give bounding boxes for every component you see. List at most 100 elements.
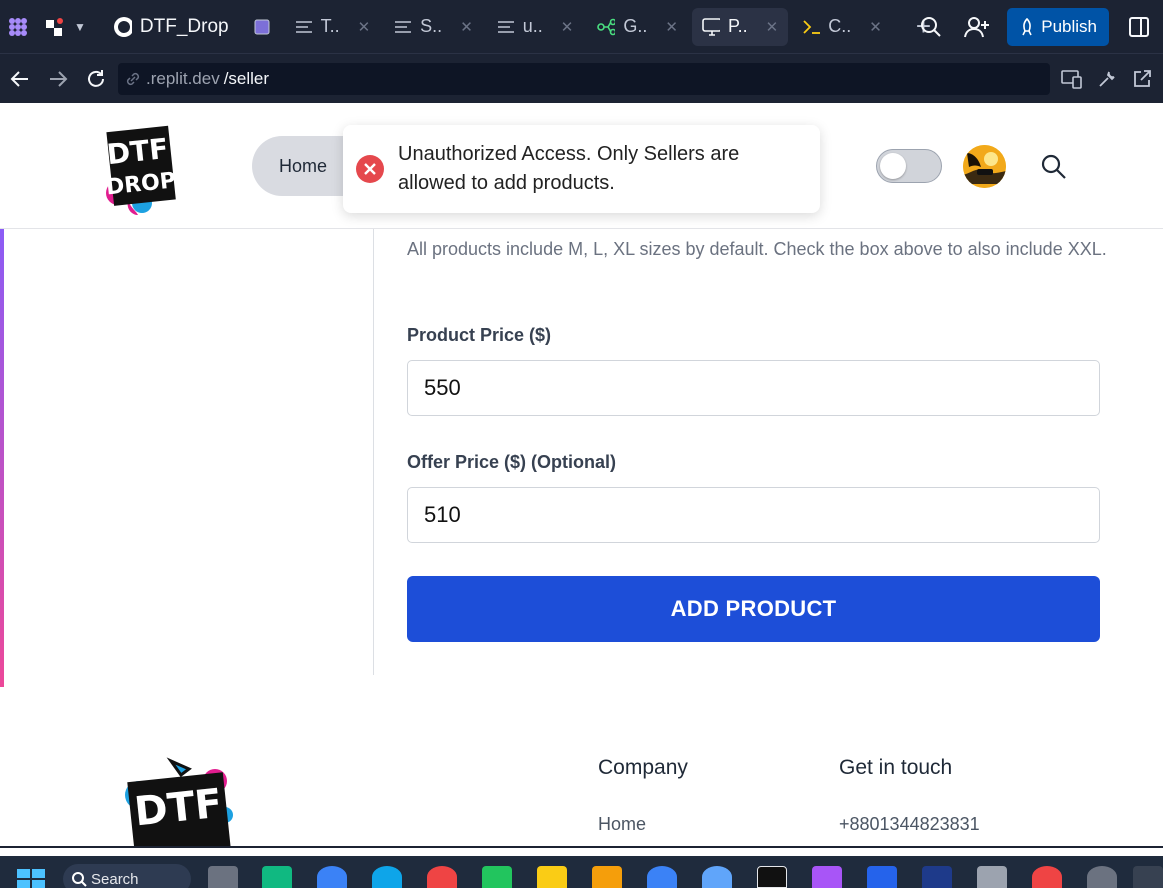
footer-link-home[interactable]: Home [598,814,646,835]
footer-company-heading: Company [598,756,688,779]
reload-icon [88,70,104,87]
close-icon[interactable]: ✕ [766,18,779,36]
error-x-icon [356,155,384,183]
monitor-icon [702,17,720,36]
preview-url-bar: .replit.dev/seller [0,53,1163,103]
close-icon[interactable]: ✕ [358,18,371,36]
taskbar-search-label: Search [91,870,139,888]
tab-label: G.. [623,16,648,36]
tab-new-page[interactable] [243,8,281,46]
chrome-profile-3-icon[interactable] [1032,866,1062,888]
replit-menu-icon[interactable] [4,13,32,41]
error-toast: Unauthorized Access. Only Sellers are al… [343,125,820,213]
copilot-icon[interactable] [812,866,842,888]
calculator-icon[interactable] [977,866,1007,888]
offer-price-input[interactable] [407,487,1100,543]
footer-logo[interactable]: DTF [115,755,241,847]
site-search-button[interactable] [1040,153,1068,181]
back-button[interactable] [4,63,36,95]
messenger-icon[interactable] [317,866,347,888]
windows-taskbar: Search [0,856,1163,888]
vscode-icon[interactable] [867,866,897,888]
open-new-tab-button[interactable] [1126,63,1158,95]
devices-button[interactable] [1056,63,1088,95]
edge-icon[interactable] [372,866,402,888]
svg-text:DTF: DTF [105,132,170,171]
rocket-icon [1022,17,1032,35]
dtf-drop-logo-icon: DTF [125,757,233,847]
chrome-profile-icon[interactable] [647,866,677,888]
task-view-icon[interactable] [208,866,238,888]
tab-git[interactable]: G.. ✕ [587,8,688,46]
square-icon [253,18,271,36]
toggle-knob [880,153,906,179]
intellij-icon[interactable] [757,866,787,888]
footer-contact-heading: Get in touch [839,756,953,779]
tab-label: S.. [420,16,443,36]
price-input[interactable] [407,360,1100,416]
invite-button[interactable] [961,11,993,43]
photoshop-icon[interactable] [922,866,952,888]
tab-file-3[interactable]: u.. ✕ [487,8,584,46]
pycharm-icon[interactable] [482,866,512,888]
seller-sidebar [0,229,374,687]
chrome-profile-2-icon[interactable] [702,866,732,888]
publish-button[interactable]: Publish [1007,7,1109,46]
search-button[interactable] [915,11,947,43]
user-avatar-icon [963,145,1006,188]
close-icon[interactable]: ✕ [561,18,574,36]
close-icon[interactable]: ✕ [665,18,678,36]
taskbar-search[interactable]: Search [63,864,191,888]
arrow-right-icon [50,71,68,87]
search-icon [1041,154,1066,179]
avatar[interactable] [963,145,1006,188]
file-lines-icon [295,18,313,36]
toast-message: Unauthorized Access. Only Sellers are al… [398,143,740,194]
chrome-icon[interactable] [427,866,457,888]
chrome-active-icon[interactable] [1133,866,1163,888]
dtf-drop-logo-icon: DTF DROP [105,125,177,215]
window-bottom-edge [0,846,1163,856]
top-right-actions: Publish [915,0,1163,53]
add-product-button[interactable]: ADD PRODUCT [407,576,1100,642]
url-input[interactable]: .replit.dev/seller [118,63,1050,95]
publish-label: Publish [1041,16,1097,36]
devices-icon [1061,70,1082,89]
nav-home-label: Home [279,155,328,176]
tab-project[interactable]: DTF_Drop [104,8,239,46]
workspace-switcher[interactable]: ▼ [44,16,86,38]
tab-file-2[interactable]: S.. ✕ [384,8,483,46]
tab-label: C.. [828,16,852,36]
replit-tab-bar: ▼ DTF_Drop T.. ✕ S.. ✕ u.. ✕ G.. ✕ P.. ✕… [0,0,1163,53]
close-icon[interactable]: ✕ [869,18,882,36]
sticky-notes-icon[interactable] [537,866,567,888]
reload-button[interactable] [80,63,112,95]
link-icon [126,72,140,86]
brand-logo[interactable]: DTF DROP [98,115,180,219]
tab-file-1[interactable]: T.. ✕ [285,8,381,46]
git-branch-icon [597,18,616,36]
price-label: Product Price ($) [407,325,552,345]
sidebar-accent-bar [0,229,4,687]
search-icon [921,16,941,37]
terminal-icon [802,18,821,36]
file-explorer-icon[interactable] [592,866,622,888]
tab-label: u.. [522,16,543,36]
tab-console[interactable]: C.. ✕ [792,8,892,46]
arrow-left-icon [10,71,28,87]
sidebar-panel-icon [1129,16,1149,37]
forward-button[interactable] [42,63,74,95]
svg-text:DTF: DTF [132,781,224,836]
footer-phone[interactable]: +8801344823831 [839,814,980,835]
theme-toggle[interactable] [876,149,942,183]
security-app-icon[interactable] [262,866,292,888]
settings-gear-icon[interactable] [1087,866,1117,888]
toggle-panel-button[interactable] [1123,11,1155,43]
tab-preview[interactable]: P.. ✕ [691,7,789,46]
close-icon[interactable]: ✕ [460,18,473,36]
file-lines-icon [497,18,515,36]
wrench-icon [1099,71,1115,87]
url-domain: .replit.dev [146,69,220,88]
windows-start-icon[interactable] [17,869,45,888]
devtools-button[interactable] [1091,63,1123,95]
